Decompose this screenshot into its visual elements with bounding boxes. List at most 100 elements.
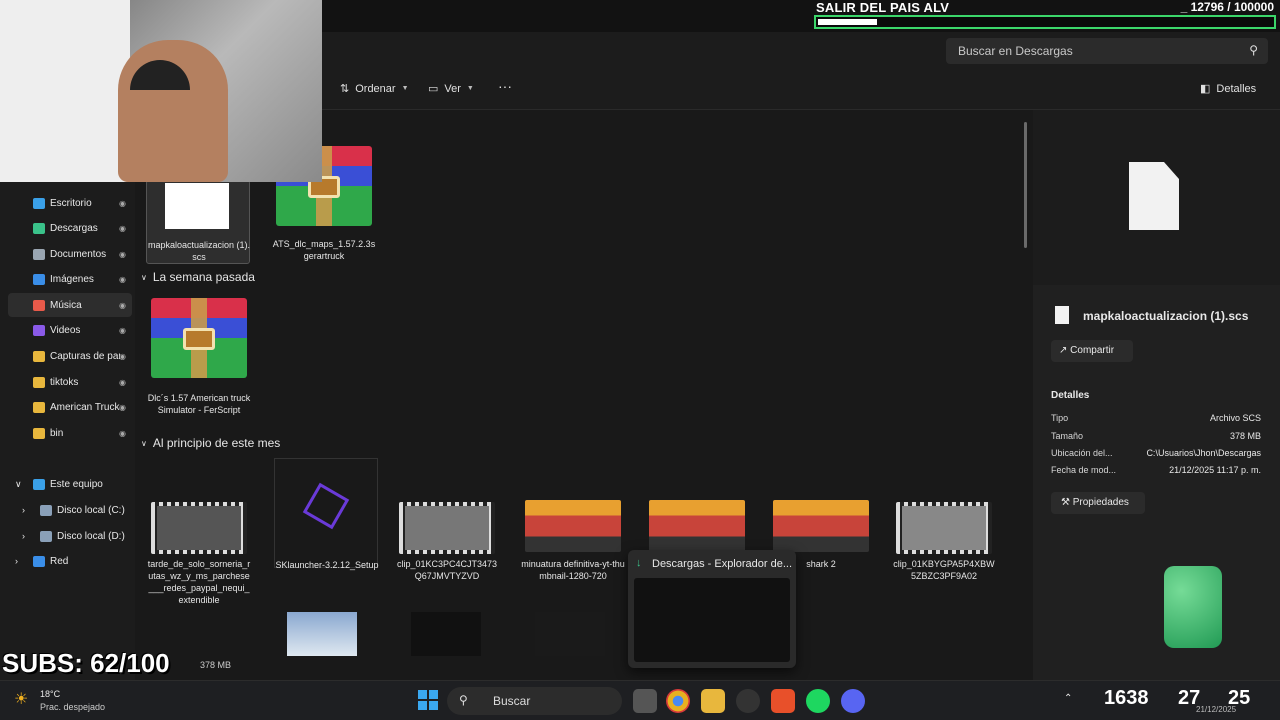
pin-icon: ◉: [119, 198, 126, 208]
search-input[interactable]: Buscar en Descargas ⚲: [946, 38, 1268, 64]
group-header-last-week[interactable]: ∨ La semana pasada: [141, 270, 255, 284]
sidebar-item[interactable]: Capturas de pan ◉: [0, 344, 135, 368]
file-name: ATS_dlc_maps_1.57.2.3s gerartruck: [272, 239, 376, 261]
share-button[interactable]: ↗ Compartir: [1051, 340, 1133, 362]
details-section-title: Detalles: [1051, 390, 1090, 401]
drive-icon: [33, 555, 45, 567]
details-pane-button[interactable]: ◧ Detalles: [1200, 82, 1256, 96]
detail-key: Ubicación del...: [1051, 448, 1113, 458]
pin-icon: ◉: [119, 223, 126, 233]
image-thumbnail[interactable]: [411, 612, 481, 656]
sidebar-item-label: Documentos: [50, 248, 107, 260]
view-button[interactable]: ▭ Ver ▼: [428, 82, 474, 96]
task-view-icon[interactable]: [633, 689, 657, 713]
pictures-icon: [33, 273, 45, 285]
detail-value: C:\Usuarios\Jhon\Descargas: [1146, 448, 1261, 458]
pin-icon: ◉: [119, 300, 126, 310]
file-name: tarde_de_solo_sorneria_rutas_wz_y_ms_par…: [147, 559, 251, 605]
goal-progress-bar: [814, 15, 1276, 29]
file-name: Dlc´s 1.57 American truck Simulator - Fe…: [147, 393, 251, 415]
preview-title: Descargas - Explorador de...: [652, 558, 793, 570]
gem-jar-overlay: [1160, 566, 1226, 654]
document-icon: [1055, 306, 1069, 324]
pin-icon: ◉: [119, 377, 126, 387]
file-item[interactable]: tarde_de_solo_sorneria_rutas_wz_y_ms_par…: [147, 500, 251, 610]
sklauncher-icon: [302, 482, 350, 530]
sort-icon: ⇅: [340, 83, 350, 95]
start-button[interactable]: [418, 690, 438, 710]
app-icon[interactable]: [736, 689, 760, 713]
sidebar-item[interactable]: American Truck ◉: [0, 395, 135, 419]
subs-goal-overlay: SUBS: 62/100: [2, 648, 170, 678]
wrench-icon: ⚒: [1061, 497, 1070, 508]
detail-key: Tipo: [1051, 413, 1069, 423]
properties-button[interactable]: ⚒ Propiedades: [1051, 492, 1145, 514]
sidebar-item[interactable]: Imágenes ◉: [0, 267, 135, 291]
group-label: Al principio de este mes: [152, 436, 281, 450]
video-thumbnail: [896, 502, 992, 554]
brave-icon[interactable]: [771, 689, 795, 713]
pin-icon: ◉: [119, 325, 126, 335]
tree-item[interactable]: › Disco local (C:): [0, 498, 135, 522]
desktop-icon: [33, 197, 45, 209]
sidebar-item-label: tiktoks: [50, 376, 79, 388]
sidebar-item[interactable]: Videos ◉: [0, 318, 135, 342]
taskbar-thumbnail-preview[interactable]: ↓ Descargas - Explorador de...: [628, 550, 796, 668]
view-icon: ▭: [428, 83, 439, 95]
spotify-icon[interactable]: [806, 689, 830, 713]
taskbar-search-label: Buscar: [493, 694, 531, 708]
vertical-scrollbar[interactable]: [1024, 122, 1027, 248]
detail-row: Fecha de mod... 21/12/2025 11:17 p. m.: [1051, 465, 1261, 475]
window-preview: [634, 578, 790, 662]
drive-icon: [33, 478, 45, 490]
details-pane: mapkaloactualizacion (1).scs ↗ Compartir…: [1033, 110, 1280, 680]
taskbar-search[interactable]: ⚲ Buscar: [447, 687, 622, 715]
file-explorer-icon[interactable]: [701, 689, 725, 713]
chevron-icon[interactable]: ›: [15, 556, 18, 566]
image-thumbnail[interactable]: [535, 612, 605, 656]
sort-button[interactable]: ⇅ Ordenar ▼: [340, 82, 409, 96]
tree-item-label: Disco local (C:): [57, 504, 125, 516]
sidebar-item[interactable]: Documentos ◉: [0, 242, 135, 266]
more-options-button[interactable]: ···: [498, 78, 512, 94]
file-item[interactable]: clip_01KC3PC4CJT3473Q67JMVTYZVD: [395, 500, 499, 581]
file-name: clip_01KC3PC4CJT3473Q67JMVTYZVD: [396, 559, 498, 581]
sidebar-item[interactable]: Descargas ◉: [0, 216, 135, 240]
search-icon[interactable]: ⚲: [1249, 43, 1258, 57]
file-item[interactable]: clip_01KBYGPA5P4XBW5ZBZC3PF9A02: [892, 500, 996, 581]
goal-title: SALIR DEL PAIS ALV: [816, 0, 950, 15]
file-item[interactable]: minuatura definitiva-yt-thumbnail-1280-7…: [521, 500, 625, 600]
winrar-archive-icon: [151, 298, 247, 378]
chevron-icon[interactable]: ∨: [15, 479, 22, 490]
sidebar-item[interactable]: bin ◉: [0, 421, 135, 445]
sidebar-item[interactable]: tiktoks ◉: [0, 370, 135, 394]
chevron-icon[interactable]: ›: [22, 505, 25, 515]
details-pane-icon: ◧: [1200, 83, 1211, 95]
file-list: mapkaloactualizacion (1).scs ATS_dlc_map…: [135, 110, 1030, 680]
chevron-icon[interactable]: ›: [22, 531, 25, 541]
tree-item[interactable]: › Red: [0, 549, 135, 573]
drive-icon: [40, 504, 52, 516]
file-item[interactable]: Dlc´s 1.57 American truck Simulator - Fe…: [147, 298, 251, 428]
video-thumbnail: [151, 502, 247, 554]
image-thumbnail: [525, 500, 621, 552]
document-icon: [1129, 162, 1179, 230]
sidebar-item-label: Escritorio: [50, 197, 92, 209]
sidebar-item[interactable]: Escritorio ◉: [0, 191, 135, 215]
command-bar: ⇅ Ordenar ▼ ▭ Ver ▼ ··· ◧ Detalles: [322, 70, 1280, 110]
detail-row: Ubicación del... C:\Usuarios\Jhon\Descarg…: [1051, 448, 1261, 458]
discord-icon[interactable]: [841, 689, 865, 713]
file-item-selected[interactable]: mapkaloactualizacion (1).scs: [146, 180, 250, 264]
sidebar-item[interactable]: Música ◉: [8, 293, 132, 317]
chevron-up-icon[interactable]: ⌃: [1064, 693, 1072, 704]
file-name: clip_01KBYGPA5P4XBW5ZBZC3PF9A02: [893, 559, 995, 581]
folder-icon: [33, 376, 45, 388]
group-header-this-month[interactable]: ∨ Al principio de este mes: [141, 436, 280, 450]
file-item[interactable]: SKlauncher-3.2.12_Setup: [274, 458, 379, 570]
chrome-icon[interactable]: [666, 689, 690, 713]
sidebar-item-label: Descargas: [50, 222, 98, 234]
tree-item[interactable]: ∨ Este equipo: [0, 472, 135, 496]
image-thumbnail[interactable]: [287, 612, 357, 656]
tree-item[interactable]: › Disco local (D:): [0, 524, 135, 548]
detail-value: 378 MB: [1229, 431, 1261, 441]
